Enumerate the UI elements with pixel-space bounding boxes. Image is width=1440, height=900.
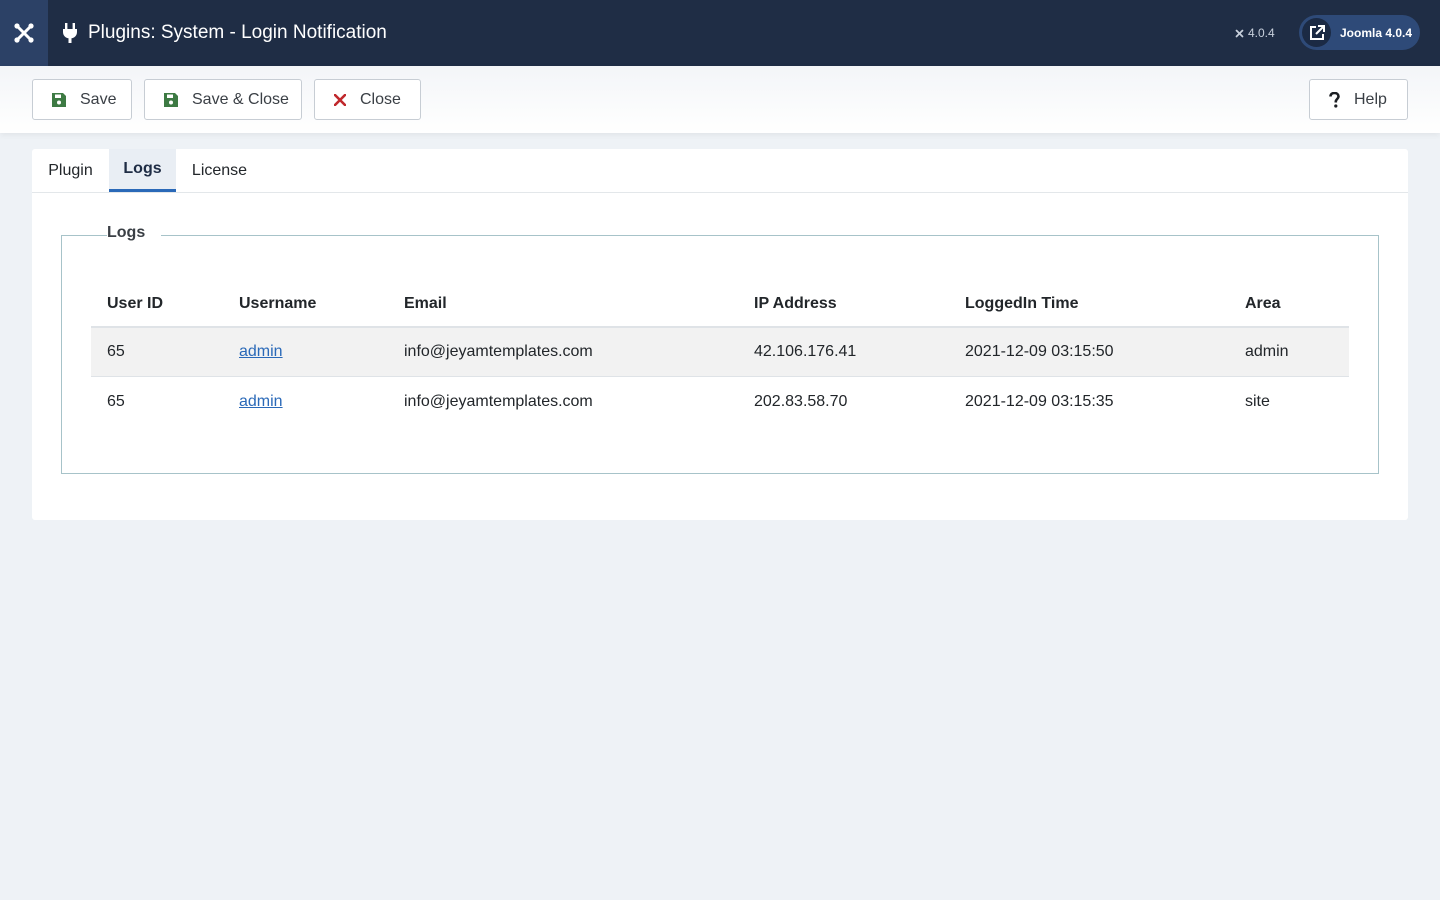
save-button[interactable]: Save [32,79,132,120]
save-icon [52,92,66,107]
cell-ip-address: 42.106.176.41 [754,343,857,360]
help-label: Help [1354,90,1387,108]
column-header-username: Username [239,295,317,312]
username-link[interactable]: admin [239,343,283,361]
close-icon [334,93,346,106]
cell-email: info@jeyamtemplates.com [404,343,593,360]
cell-loggedin-time: 2021-12-09 03:15:35 [965,392,1114,410]
tab-logs[interactable]: Logs [109,149,176,192]
view-site-label: Joomla 4.0.4 [1340,25,1413,40]
cell-email: info@jeyamtemplates.com [404,392,593,410]
cell-user-id: 65 [107,343,125,360]
view-site-button[interactable]: Joomla 4.0.4 [1299,15,1420,50]
username-link[interactable]: admin [239,393,283,411]
help-button[interactable]: Help [1309,79,1408,120]
column-header-email: Email [404,295,447,312]
cell-user-id: 65 [107,392,125,410]
save-label: Save [80,90,117,108]
cell-area: site [1245,392,1270,410]
question-icon [1329,91,1340,108]
external-link-icon [1302,18,1331,47]
save-close-label: Save & Close [192,90,289,108]
table-row: 65 admin info@jeyamtemplates.com 42.106.… [91,328,1349,377]
version-badge: 4.0.4 [1234,0,1275,66]
tab-bar: Plugin Logs License [32,149,1408,193]
joomla-small-icon [1234,28,1245,39]
page-title: Plugins: System - Login Notification [62,0,387,66]
plugin-edit-panel: Plugin Logs License Logs User ID Usernam… [32,149,1408,520]
cell-loggedin-time: 2021-12-09 03:15:50 [965,343,1114,360]
toolbar: Save Save & Close Close Help [0,66,1440,133]
save-icon [164,92,178,107]
cell-ip-address: 202.83.58.70 [754,392,848,410]
column-header-loggedin-time: LoggedIn Time [965,295,1079,312]
version-text: 4.0.4 [1248,26,1275,40]
app-header: Plugins: System - Login Notification 4.0… [0,0,1440,66]
column-header-user-id: User ID [107,295,164,312]
table-row: 65 admin info@jeyamtemplates.com 202.83.… [91,377,1349,426]
tab-license[interactable]: License [176,149,263,192]
save-close-button[interactable]: Save & Close [144,79,302,120]
logs-table: User ID Username Email IP Address Logged… [91,281,1349,426]
cell-area: admin [1245,343,1289,360]
tab-plugin[interactable]: Plugin [32,149,109,192]
page-title-text: Plugins: System - Login Notification [88,22,387,43]
table-header: User ID Username Email IP Address Logged… [91,281,1349,328]
logs-legend: Logs [107,224,162,242]
logs-fieldset: Logs User ID Username Email IP Address L… [61,224,1379,474]
column-header-area: Area [1245,295,1281,312]
plug-icon [62,23,78,43]
joomla-logo-icon[interactable] [0,0,48,66]
column-header-ip-address: IP Address [754,295,837,312]
close-button[interactable]: Close [314,79,421,120]
close-label: Close [360,90,401,108]
